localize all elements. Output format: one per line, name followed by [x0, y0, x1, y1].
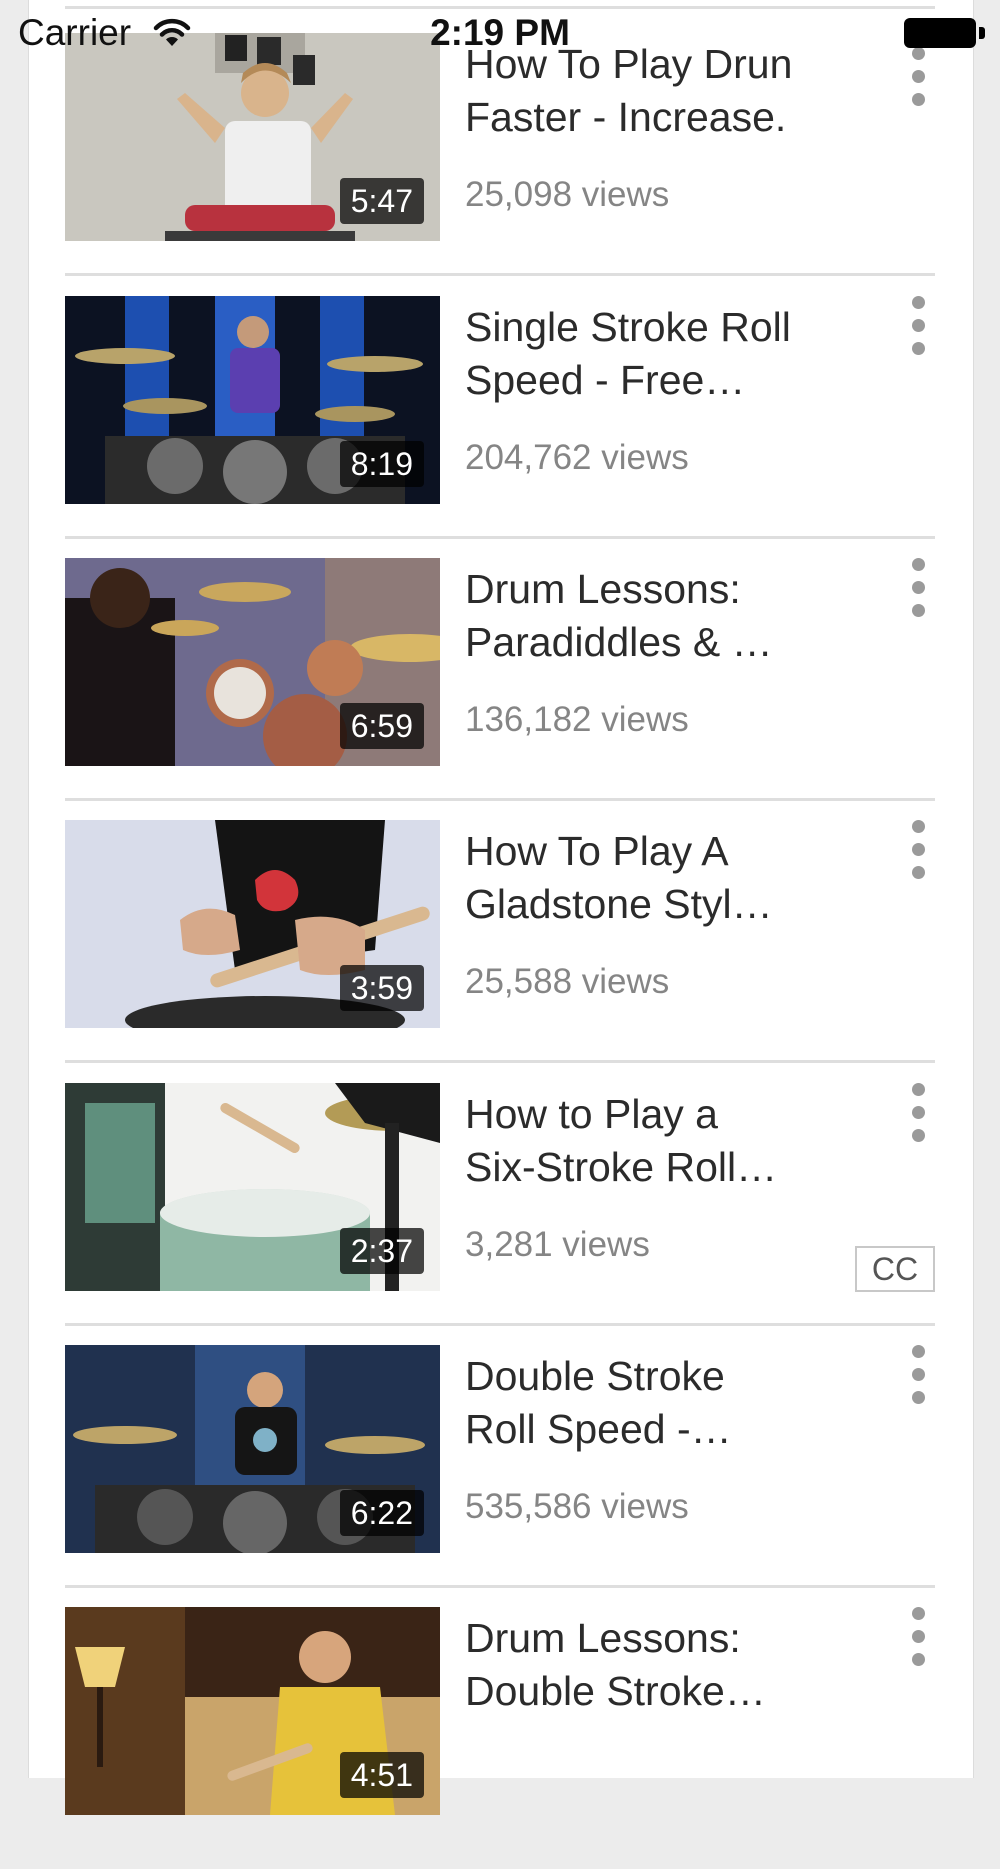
- video-thumbnail[interactable]: 4:51: [65, 1607, 440, 1815]
- video-list-item[interactable]: 2:37 How to Play a Six-Stroke Roll… 3,28…: [65, 1083, 935, 1345]
- video-views: 3,281 views: [465, 1225, 650, 1264]
- list-divider: [65, 1323, 935, 1326]
- video-title[interactable]: Single Stroke Roll Speed - Free…: [465, 301, 805, 407]
- video-duration: 2:37: [339, 1228, 424, 1274]
- video-thumbnail[interactable]: 6:59: [65, 558, 440, 766]
- video-views: 535,586 views: [465, 1487, 689, 1526]
- video-list-item[interactable]: 6:59 Drum Lessons: Paradiddles & … 136,1…: [65, 558, 935, 820]
- video-title[interactable]: Drum Lessons: Double Stroke…: [465, 1612, 805, 1718]
- video-thumbnail[interactable]: 3:59: [65, 820, 440, 1028]
- more-options-icon[interactable]: [905, 558, 931, 620]
- video-list-item[interactable]: 5:47 How To Play Drun Faster - Increase.…: [65, 33, 935, 295]
- status-time: 2:19 PM: [430, 12, 570, 53]
- list-divider: [65, 798, 935, 801]
- video-duration: 4:51: [339, 1752, 424, 1798]
- video-views: 25,098 views: [465, 175, 670, 214]
- closed-captions-badge: CC: [855, 1246, 935, 1292]
- more-options-icon[interactable]: [905, 1345, 931, 1407]
- video-duration: 6:22: [339, 1490, 424, 1536]
- video-duration: 3:59: [339, 965, 424, 1011]
- video-thumbnail[interactable]: 8:19: [65, 296, 440, 504]
- video-list-item[interactable]: 8:19 Single Stroke Roll Speed - Free… 20…: [65, 296, 935, 558]
- video-title[interactable]: How to Play a Six-Stroke Roll…: [465, 1088, 805, 1194]
- more-options-icon[interactable]: [905, 820, 931, 882]
- video-list-item[interactable]: 4:51 Drum Lessons: Double Stroke…: [65, 1607, 935, 1869]
- video-thumbnail[interactable]: 6:22: [65, 1345, 440, 1553]
- video-views: 204,762 views: [465, 438, 689, 477]
- video-list-item[interactable]: 6:22 Double Stroke Roll Speed -… 535,586…: [65, 1345, 935, 1607]
- video-views: 136,182 views: [465, 700, 689, 739]
- list-divider: [65, 273, 935, 276]
- more-options-icon[interactable]: [905, 296, 931, 358]
- video-duration: 8:19: [339, 441, 424, 487]
- video-thumbnail[interactable]: 2:37: [65, 1083, 440, 1291]
- more-options-icon[interactable]: [905, 1607, 931, 1669]
- battery-icon: [904, 14, 990, 54]
- video-views: 25,588 views: [465, 962, 670, 1001]
- video-thumbnail[interactable]: 5:47: [65, 33, 440, 241]
- list-divider: [65, 1060, 935, 1063]
- video-duration: 6:59: [339, 703, 424, 749]
- status-bar: Carrier 2:19 PM: [0, 0, 1000, 64]
- video-list-item[interactable]: 3:59 How To Play A Gladstone Styl… 25,58…: [65, 820, 935, 1082]
- video-title[interactable]: Drum Lessons: Paradiddles & …: [465, 563, 805, 669]
- video-duration: 5:47: [339, 178, 424, 224]
- video-title[interactable]: How To Play A Gladstone Styl…: [465, 825, 805, 931]
- video-title[interactable]: Double Stroke Roll Speed -…: [465, 1350, 805, 1456]
- list-divider: [65, 536, 935, 539]
- list-divider: [65, 1585, 935, 1588]
- more-options-icon[interactable]: [905, 1083, 931, 1145]
